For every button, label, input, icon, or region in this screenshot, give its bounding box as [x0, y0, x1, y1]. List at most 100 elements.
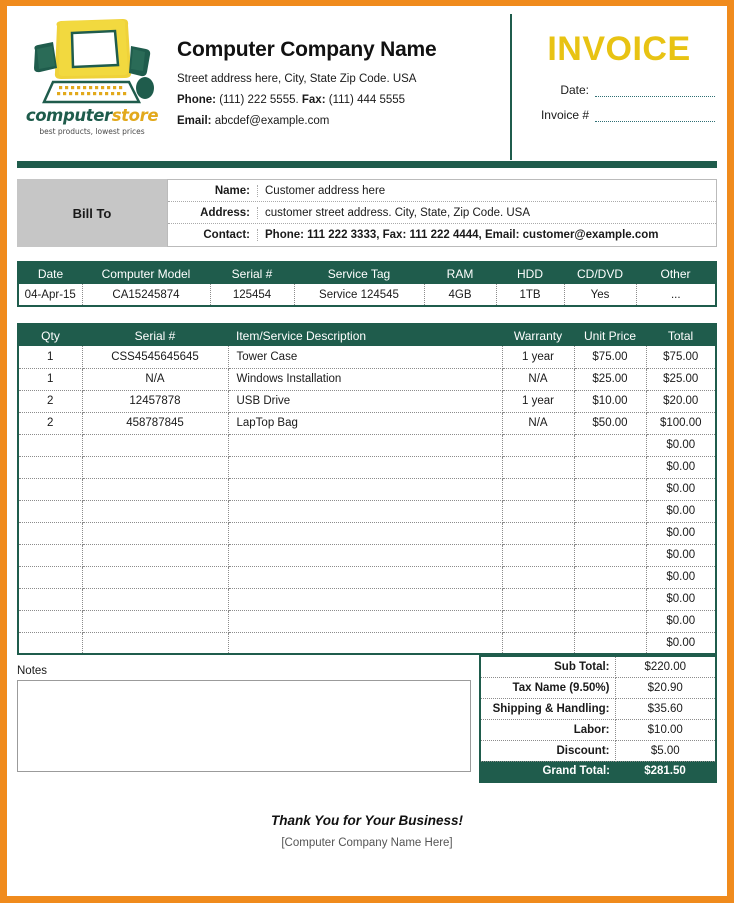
specs-cell-4[interactable]: 4GB [424, 284, 497, 307]
items-cell-description[interactable]: Tower Case [228, 346, 503, 369]
items-cell-warranty[interactable] [502, 500, 575, 523]
items-cell-total[interactable]: $0.00 [646, 500, 716, 523]
items-cell-unit_price[interactable] [574, 456, 647, 479]
totals-value-4[interactable]: $5.00 [615, 740, 716, 762]
items-cell-unit_price[interactable] [574, 478, 647, 501]
items-cell-total[interactable]: $0.00 [646, 522, 716, 545]
items-cell-description[interactable] [228, 478, 503, 501]
items-cell-total[interactable]: $25.00 [646, 368, 716, 391]
items-cell-serial[interactable] [82, 478, 229, 501]
totals-value-3[interactable]: $10.00 [615, 719, 716, 741]
items-cell-warranty[interactable] [502, 478, 575, 501]
specs-cell-1[interactable]: CA15245874 [82, 284, 211, 307]
items-cell-total[interactable]: $0.00 [646, 478, 716, 501]
items-cell-unit_price[interactable]: $75.00 [574, 346, 647, 369]
items-cell-description[interactable] [228, 434, 503, 457]
specs-cell-2[interactable]: 125454 [210, 284, 295, 307]
items-cell-warranty[interactable] [502, 434, 575, 457]
items-cell-unit_price[interactable] [574, 500, 647, 523]
items-cell-qty[interactable]: 2 [18, 390, 83, 413]
bill-to-address-value[interactable]: customer street address. City, State, Zi… [258, 207, 530, 219]
items-cell-warranty[interactable] [502, 544, 575, 567]
items-cell-total[interactable]: $0.00 [646, 456, 716, 479]
items-cell-warranty[interactable] [502, 632, 575, 655]
totals-value-2[interactable]: $35.60 [615, 698, 716, 720]
invoice-number-input[interactable] [595, 108, 715, 122]
items-cell-total[interactable]: $100.00 [646, 412, 716, 435]
items-cell-serial[interactable] [82, 544, 229, 567]
items-cell-qty[interactable] [18, 478, 83, 501]
items-cell-total[interactable]: $0.00 [646, 566, 716, 589]
items-cell-unit_price[interactable] [574, 566, 647, 589]
items-cell-qty[interactable] [18, 544, 83, 567]
items-cell-total[interactable]: $0.00 [646, 610, 716, 633]
notes-input[interactable] [17, 680, 471, 772]
items-cell-serial[interactable] [82, 566, 229, 589]
items-cell-description[interactable] [228, 610, 503, 633]
items-cell-warranty[interactable]: 1 year [502, 346, 575, 369]
items-cell-unit_price[interactable] [574, 632, 647, 655]
items-cell-unit_price[interactable] [574, 434, 647, 457]
items-cell-total[interactable]: $75.00 [646, 346, 716, 369]
bill-to-contact-value[interactable]: Phone: 111 222 3333, Fax: 111 222 4444, … [258, 229, 659, 241]
items-cell-serial[interactable] [82, 522, 229, 545]
items-cell-serial[interactable]: CSS4545645645 [82, 346, 229, 369]
items-cell-serial[interactable] [82, 632, 229, 655]
items-cell-description[interactable]: USB Drive [228, 390, 503, 413]
items-cell-serial[interactable] [82, 588, 229, 611]
items-cell-warranty[interactable] [502, 610, 575, 633]
items-cell-unit_price[interactable] [574, 610, 647, 633]
items-cell-description[interactable] [228, 500, 503, 523]
items-cell-qty[interactable] [18, 566, 83, 589]
totals-value-0[interactable]: $220.00 [615, 656, 716, 678]
items-cell-total[interactable]: $0.00 [646, 544, 716, 567]
items-cell-serial[interactable] [82, 610, 229, 633]
items-cell-warranty[interactable] [502, 566, 575, 589]
items-cell-qty[interactable] [18, 456, 83, 479]
items-cell-unit_price[interactable]: $25.00 [574, 368, 647, 391]
items-cell-qty[interactable] [18, 610, 83, 633]
items-cell-description[interactable] [228, 632, 503, 655]
specs-cell-5[interactable]: 1TB [496, 284, 565, 307]
items-cell-warranty[interactable]: N/A [502, 412, 575, 435]
items-cell-serial[interactable]: 12457878 [82, 390, 229, 413]
items-cell-total[interactable]: $20.00 [646, 390, 716, 413]
items-cell-description[interactable]: LapTop Bag [228, 412, 503, 435]
items-cell-serial[interactable]: N/A [82, 368, 229, 391]
totals-value-1[interactable]: $20.90 [615, 677, 716, 699]
items-cell-qty[interactable]: 1 [18, 346, 83, 369]
items-cell-qty[interactable] [18, 522, 83, 545]
items-cell-qty[interactable]: 2 [18, 412, 83, 435]
items-cell-serial[interactable] [82, 434, 229, 457]
items-cell-serial[interactable] [82, 456, 229, 479]
items-cell-description[interactable] [228, 544, 503, 567]
items-cell-unit_price[interactable] [574, 588, 647, 611]
specs-cell-7[interactable]: ... [636, 284, 716, 307]
items-cell-qty[interactable] [18, 588, 83, 611]
specs-cell-0[interactable]: 04-Apr-15 [18, 284, 83, 307]
items-cell-warranty[interactable] [502, 588, 575, 611]
items-cell-description[interactable] [228, 588, 503, 611]
items-cell-serial[interactable]: 458787845 [82, 412, 229, 435]
specs-cell-6[interactable]: Yes [564, 284, 637, 307]
items-cell-warranty[interactable]: N/A [502, 368, 575, 391]
items-cell-warranty[interactable] [502, 522, 575, 545]
items-cell-description[interactable] [228, 456, 503, 479]
items-cell-qty[interactable] [18, 632, 83, 655]
items-cell-unit_price[interactable]: $50.00 [574, 412, 647, 435]
items-cell-description[interactable]: Windows Installation [228, 368, 503, 391]
items-cell-unit_price[interactable] [574, 544, 647, 567]
bill-to-name-value[interactable]: Customer address here [258, 185, 385, 197]
items-cell-total[interactable]: $0.00 [646, 588, 716, 611]
items-cell-unit_price[interactable]: $10.00 [574, 390, 647, 413]
items-cell-total[interactable]: $0.00 [646, 434, 716, 457]
items-cell-description[interactable] [228, 566, 503, 589]
invoice-date-input[interactable] [595, 83, 715, 97]
items-cell-warranty[interactable]: 1 year [502, 390, 575, 413]
items-cell-warranty[interactable] [502, 456, 575, 479]
items-cell-qty[interactable] [18, 434, 83, 457]
items-cell-qty[interactable]: 1 [18, 368, 83, 391]
specs-cell-3[interactable]: Service 124545 [294, 284, 425, 307]
items-cell-qty[interactable] [18, 500, 83, 523]
items-cell-total[interactable]: $0.00 [646, 632, 716, 655]
